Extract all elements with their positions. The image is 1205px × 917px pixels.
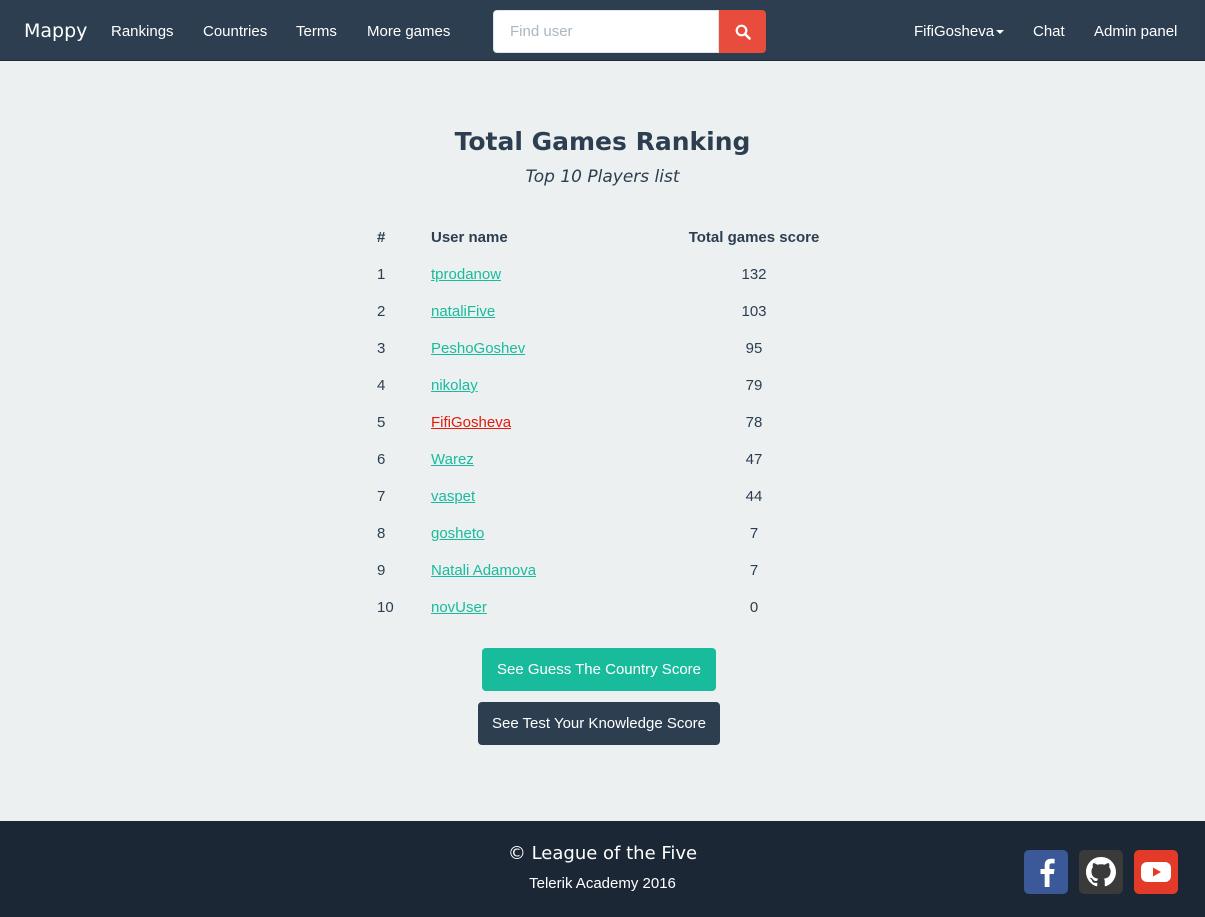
facebook-link[interactable] <box>1024 850 1068 894</box>
table-row: 7 vaspet 44 <box>365 478 840 515</box>
user-menu-label: FifiGosheva <box>914 23 995 40</box>
nav-rankings[interactable]: Rankings <box>111 23 174 40</box>
rank-cell: 5 <box>377 414 386 431</box>
table-row: 2 nataliFive 103 <box>365 293 840 330</box>
rank-cell: 4 <box>377 377 386 394</box>
current-user-link[interactable]: FifiGosheva <box>431 414 511 431</box>
github-icon <box>1086 857 1116 887</box>
nav-admin-panel[interactable]: Admin panel <box>1094 23 1177 40</box>
ranking-table: # User name Total games score 1 tprodano… <box>365 219 840 626</box>
caret-down-icon <box>996 30 1005 35</box>
user-link[interactable]: PeshoGoshev <box>431 340 525 357</box>
youtube-icon <box>1141 862 1171 882</box>
rank-cell: 10 <box>377 599 394 616</box>
rank-cell: 6 <box>377 451 386 468</box>
score-cell: 44 <box>745 488 763 505</box>
score-cell: 0 <box>749 599 759 616</box>
table-row: 6 Warez 47 <box>365 441 840 478</box>
header-user-name: User name <box>431 229 508 246</box>
score-cell: 79 <box>745 377 763 394</box>
user-menu-dropdown[interactable]: FifiGosheva <box>914 23 1005 40</box>
page-subtitle: Top 10 Players list <box>525 167 680 187</box>
search-icon <box>735 24 751 40</box>
score-cell: 7 <box>749 525 759 542</box>
search-button[interactable] <box>719 10 766 53</box>
rank-cell: 7 <box>377 488 386 505</box>
nav-terms[interactable]: Terms <box>296 23 337 40</box>
table-row: 3 PeshoGoshev 95 <box>365 330 840 367</box>
youtube-link[interactable] <box>1134 850 1178 894</box>
table-row: 10 novUser 0 <box>365 589 840 626</box>
rank-cell: 2 <box>377 303 386 320</box>
brand-logo[interactable]: Mappy <box>24 20 87 42</box>
score-cell: 132 <box>741 266 767 283</box>
user-link[interactable]: novUser <box>431 599 487 616</box>
score-cell: 103 <box>741 303 767 320</box>
rank-cell: 3 <box>377 340 386 357</box>
top-navbar: Mappy Rankings Countries Terms More game… <box>0 0 1205 61</box>
nav-countries[interactable]: Countries <box>203 23 267 40</box>
rank-cell: 8 <box>377 525 386 542</box>
score-cell: 78 <box>745 414 763 431</box>
guess-country-score-button[interactable]: See Guess The Country Score <box>482 648 716 691</box>
test-knowledge-score-button[interactable]: See Test Your Knowledge Score <box>478 702 720 745</box>
table-row-current-user: 5 FifiGosheva 78 <box>365 404 840 441</box>
header-score: Total games score <box>688 229 820 246</box>
user-link[interactable]: tprodanow <box>431 266 501 283</box>
user-link[interactable]: nikolay <box>431 377 478 394</box>
search-input[interactable] <box>493 10 719 53</box>
user-link[interactable]: Warez <box>431 451 474 468</box>
page-footer: © League of the Five Telerik Academy 201… <box>0 821 1205 917</box>
rank-cell: 9 <box>377 562 386 579</box>
table-row: 1 tprodanow 132 <box>365 256 840 293</box>
rank-cell: 1 <box>377 266 386 283</box>
table-row: 8 gosheto 7 <box>365 515 840 552</box>
user-link[interactable]: vaspet <box>431 488 475 505</box>
page-title: Total Games Ranking <box>454 127 751 156</box>
header-rank: # <box>377 229 386 246</box>
user-link[interactable]: nataliFive <box>431 303 495 320</box>
facebook-icon <box>1040 858 1055 887</box>
nav-chat[interactable]: Chat <box>1033 23 1065 40</box>
table-header-row: # User name Total games score <box>365 219 840 256</box>
table-row: 9 Natali Adamova 7 <box>365 552 840 589</box>
nav-more-games[interactable]: More games <box>367 23 450 40</box>
score-cell: 7 <box>749 562 759 579</box>
github-link[interactable] <box>1079 850 1123 894</box>
score-cell: 95 <box>745 340 763 357</box>
table-row: 4 nikolay 79 <box>365 367 840 404</box>
user-link[interactable]: gosheto <box>431 525 484 542</box>
score-cell: 47 <box>745 451 763 468</box>
user-link[interactable]: Natali Adamova <box>431 562 536 579</box>
